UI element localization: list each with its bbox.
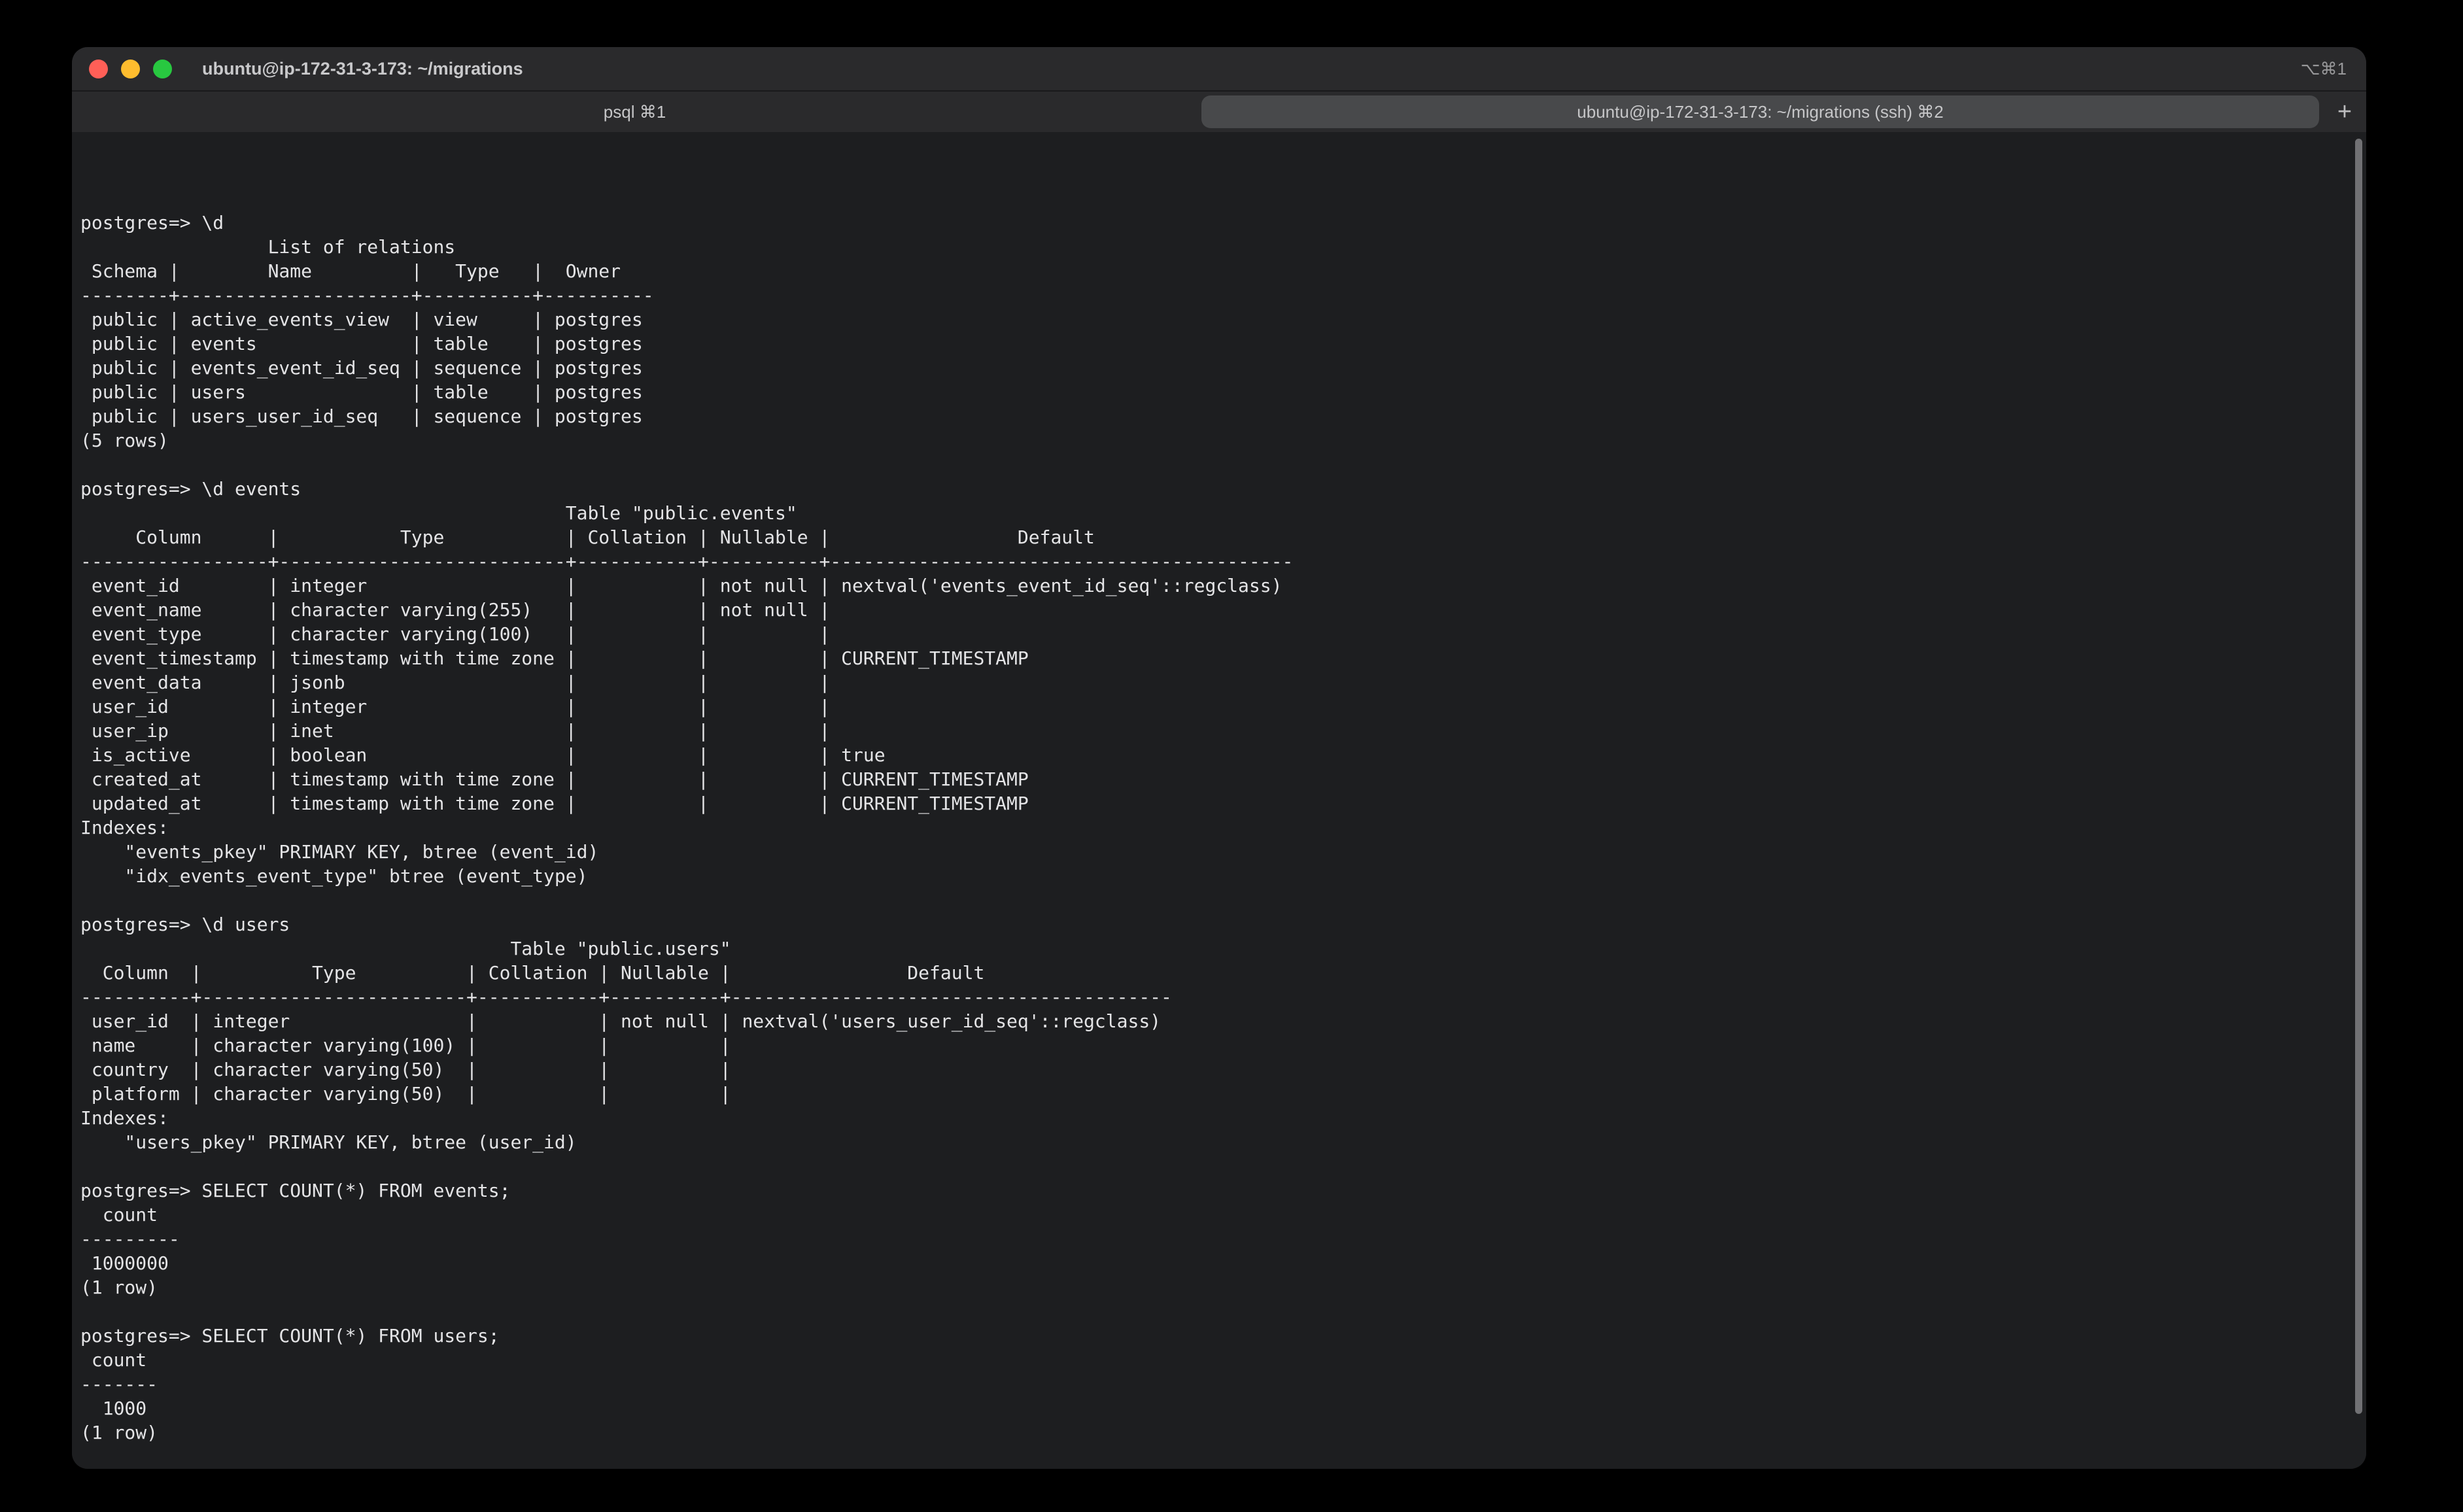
minimize-button[interactable] [121,60,140,78]
new-tab-button[interactable]: + [2323,92,2366,132]
tab-bar: psql ⌘1 ubuntu@ip-172-31-3-173: ~/migrat… [72,90,2366,132]
window-shortcut-hint: ⌥⌘1 [2301,59,2347,79]
tab-psql-label: psql ⌘1 [76,95,1194,128]
terminal-output: postgres=> \d List of relations Schema |… [80,211,2353,1445]
scrollbar[interactable] [2354,139,2362,1469]
tab-psql[interactable]: psql ⌘1 [72,92,1197,132]
window-title: ubuntu@ip-172-31-3-173: ~/migrations [202,59,523,79]
terminal[interactable]: postgres=> \d List of relations Schema |… [72,132,2366,1469]
traffic-lights [72,60,172,78]
scrollbar-thumb[interactable] [2355,139,2362,1414]
zoom-button[interactable] [153,60,172,78]
close-button[interactable] [89,60,108,78]
terminal-window: ubuntu@ip-172-31-3-173: ~/migrations ⌥⌘1… [72,47,2366,1469]
tab-ssh-migrations-label: ubuntu@ip-172-31-3-173: ~/migrations (ss… [1201,95,2319,128]
tab-ssh-migrations[interactable]: ubuntu@ip-172-31-3-173: ~/migrations (ss… [1197,92,2323,132]
plus-icon: + [2337,98,2352,126]
titlebar[interactable]: ubuntu@ip-172-31-3-173: ~/migrations ⌥⌘1 [72,47,2366,90]
